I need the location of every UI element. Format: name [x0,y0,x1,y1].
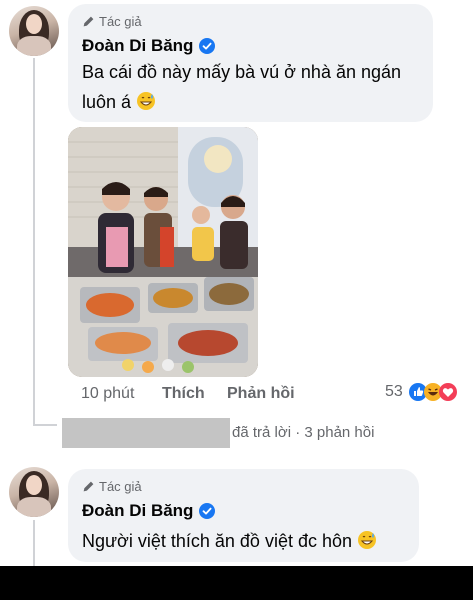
like-action[interactable]: Thích [162,385,205,403]
author-tag: Tác giả [82,14,142,29]
pencil-icon [83,16,94,27]
author-name-text[interactable]: Đoàn Di Băng [82,36,193,56]
verified-badge-icon [199,503,216,519]
separator-dot: · [295,424,301,441]
author-tag-label: Tác giả [99,14,142,29]
sweat-smile-emoji-icon [137,92,156,110]
reply-button[interactable]: Phản hồi [227,385,295,402]
redacted-avatars-block [62,418,230,448]
comment-text-line-2: luôn á [82,87,401,117]
comment-bubble: Tác giả Đoàn Di Băng Ba cái đồ này mấy b… [68,4,433,122]
love-reaction-icon [438,383,457,401]
food-party-photo-icon [68,127,258,377]
pencil-icon [83,481,94,492]
avatar[interactable] [9,467,59,517]
reaction-count[interactable]: 53 [385,383,403,401]
comment-bubble: Tác giả Đoàn Di Băng Người việt thích ăn… [68,469,419,562]
comment-text: Ba cái đồ này mấy bà vú ở nhà ăn ngán lu… [82,57,401,117]
comment-text-line-2-text: luôn á [82,92,132,112]
replies-count[interactable]: 3 phản hồi [304,424,374,441]
author-name-text[interactable]: Đoàn Di Băng [82,501,193,521]
thread-line-vertical [33,58,35,426]
verified-badge-icon [199,38,216,54]
author-name[interactable]: Đoàn Di Băng [82,501,216,521]
comment-photo[interactable] [68,127,258,377]
comment-time[interactable]: 10 phút [81,385,134,402]
replied-label: đã trả lời [232,424,292,441]
reply-action[interactable]: Phản hồi [227,385,295,403]
black-overlay-bar [0,566,473,600]
comment-actions: 10 phút [81,385,134,403]
like-button[interactable]: Thích [162,385,205,402]
thread-line-curve [33,424,57,426]
comment-text-line-1: Ba cái đồ này mấy bà vú ở nhà ăn ngán [82,62,402,82]
author-tag: Tác giả [82,479,142,494]
author-name[interactable]: Đoàn Di Băng [82,36,216,56]
thread-line-vertical-2 [33,520,35,566]
author-tag-label: Tác giả [99,479,142,494]
reactions-summary[interactable]: 53 [385,383,457,401]
avatar[interactable] [9,6,59,56]
comment-text-line: Người việt thích ăn đồ việt đc hôn [82,531,352,551]
comment-text: Người việt thích ăn đồ việt đc hôn [82,526,377,556]
replies-summary-text[interactable]: đã trả lời · 3 phản hồi [232,424,374,441]
view-replies-row[interactable]: đã trả lời · 3 phản hồi [56,418,396,448]
sweat-smile-emoji-icon [358,531,377,549]
